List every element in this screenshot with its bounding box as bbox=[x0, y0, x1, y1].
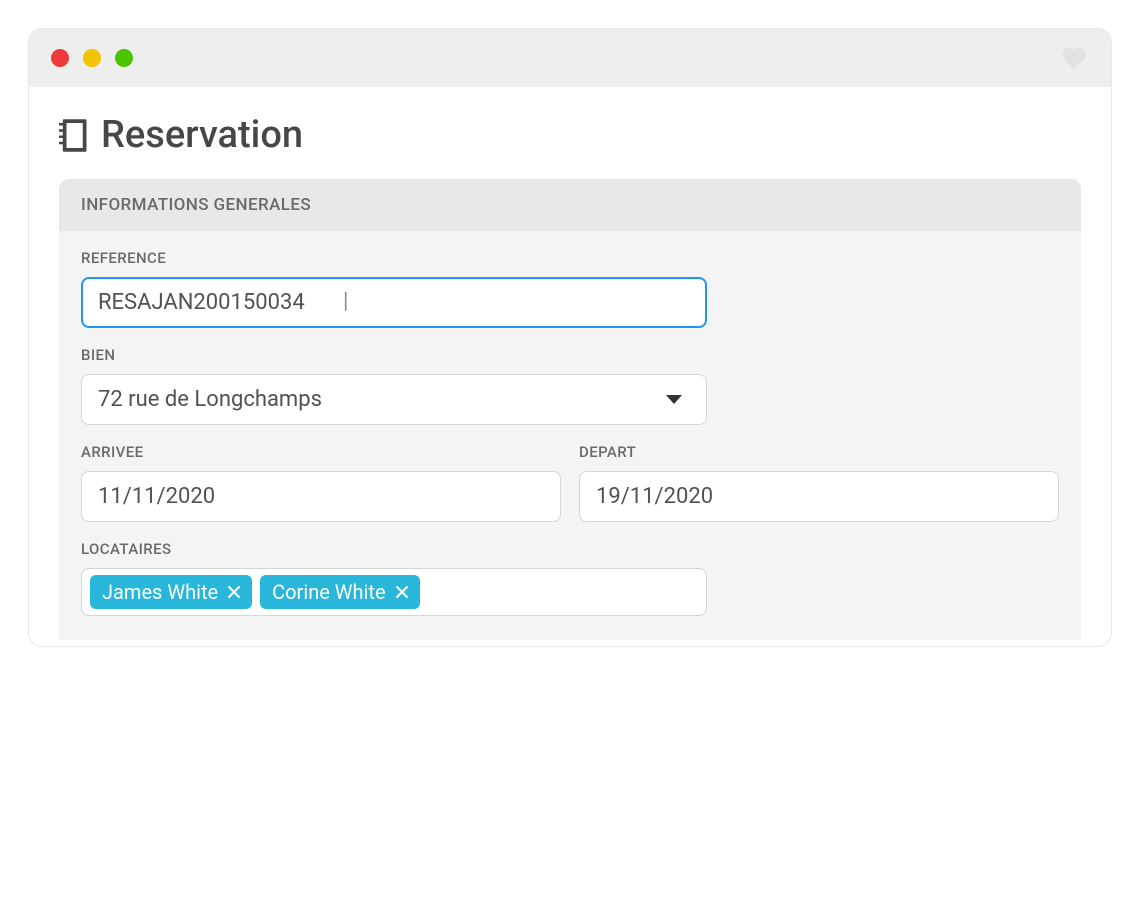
tenant-tag: James White bbox=[90, 575, 252, 609]
reference-label: REFERENCE bbox=[81, 249, 1059, 267]
close-window-button[interactable] bbox=[51, 49, 69, 67]
bien-select-value: 72 rue de Longchamps bbox=[98, 387, 322, 412]
page-title: Reservation bbox=[101, 113, 303, 157]
notebook-icon bbox=[59, 118, 89, 152]
chevron-down-icon bbox=[666, 395, 682, 404]
window-controls bbox=[51, 49, 133, 67]
favorite-icon[interactable] bbox=[1059, 44, 1089, 72]
depart-input[interactable] bbox=[579, 471, 1059, 522]
date-row: ARRIVEE DEPART bbox=[81, 443, 1059, 522]
page-content: Reservation INFORMATIONS GENERALES REFER… bbox=[29, 87, 1111, 646]
minimize-window-button[interactable] bbox=[83, 49, 101, 67]
section-body: REFERENCE | BIEN 72 rue de Longchamps bbox=[59, 231, 1081, 640]
browser-window: Reservation INFORMATIONS GENERALES REFER… bbox=[28, 28, 1112, 647]
reference-input[interactable] bbox=[81, 277, 707, 328]
bien-field: BIEN 72 rue de Longchamps bbox=[81, 346, 1059, 425]
remove-tag-button[interactable] bbox=[224, 582, 244, 602]
reference-field: REFERENCE | bbox=[81, 249, 1059, 328]
tenant-tag-label: Corine White bbox=[272, 580, 385, 604]
tenant-tag-label: James White bbox=[102, 580, 218, 604]
depart-label: DEPART bbox=[579, 443, 1059, 461]
general-info-section: INFORMATIONS GENERALES REFERENCE | BIEN … bbox=[59, 179, 1081, 640]
section-header: INFORMATIONS GENERALES bbox=[59, 179, 1081, 231]
arrivee-input[interactable] bbox=[81, 471, 561, 522]
arrivee-field: ARRIVEE bbox=[81, 443, 561, 522]
remove-tag-button[interactable] bbox=[392, 582, 412, 602]
locataires-label: LOCATAIRES bbox=[81, 540, 1059, 558]
page-header: Reservation bbox=[59, 113, 1081, 157]
depart-field: DEPART bbox=[579, 443, 1059, 522]
bien-label: BIEN bbox=[81, 346, 1059, 364]
window-titlebar bbox=[29, 29, 1111, 87]
locataires-input[interactable]: James White Corine White bbox=[81, 568, 707, 616]
locataires-field: LOCATAIRES James White Corine White bbox=[81, 540, 1059, 616]
tenant-tag: Corine White bbox=[260, 575, 419, 609]
maximize-window-button[interactable] bbox=[115, 49, 133, 67]
bien-select[interactable]: 72 rue de Longchamps bbox=[81, 374, 707, 425]
arrivee-label: ARRIVEE bbox=[81, 443, 561, 461]
